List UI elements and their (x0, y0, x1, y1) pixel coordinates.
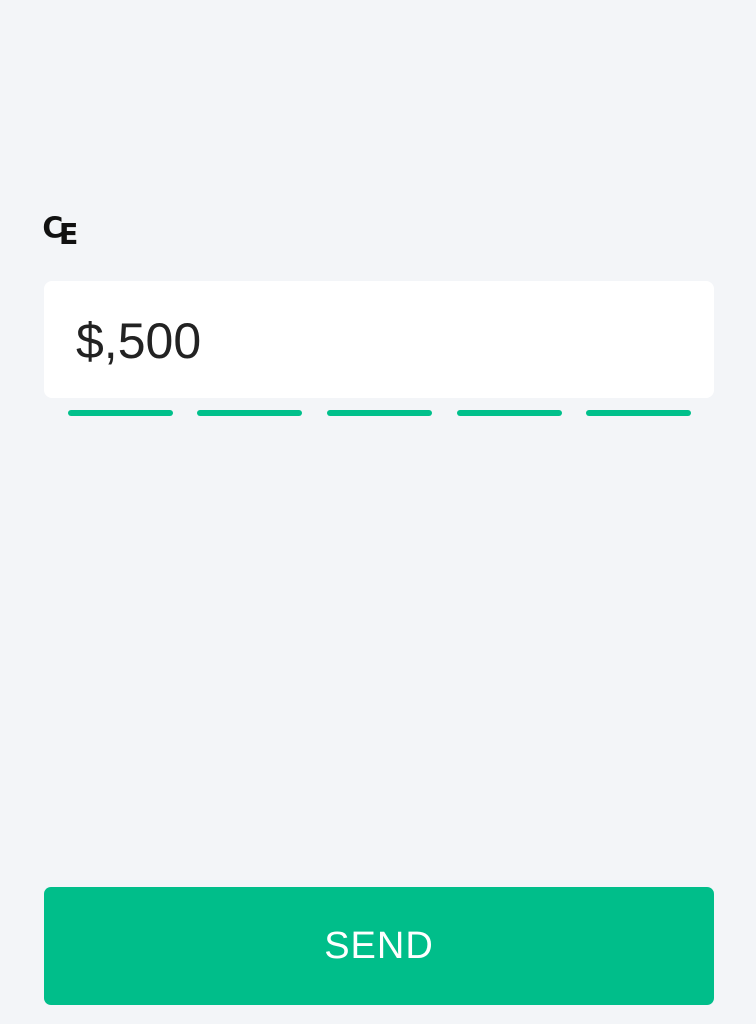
progress-segments (68, 410, 691, 418)
send-button[interactable]: SEND (44, 887, 714, 1005)
progress-segment (457, 410, 562, 416)
currency-icon: ₠ (42, 209, 78, 253)
progress-segment (68, 410, 173, 416)
progress-segment (586, 410, 691, 416)
progress-segment (197, 410, 302, 416)
amount-input[interactable] (76, 311, 676, 371)
amount-card (44, 281, 714, 398)
progress-segment (327, 410, 432, 416)
